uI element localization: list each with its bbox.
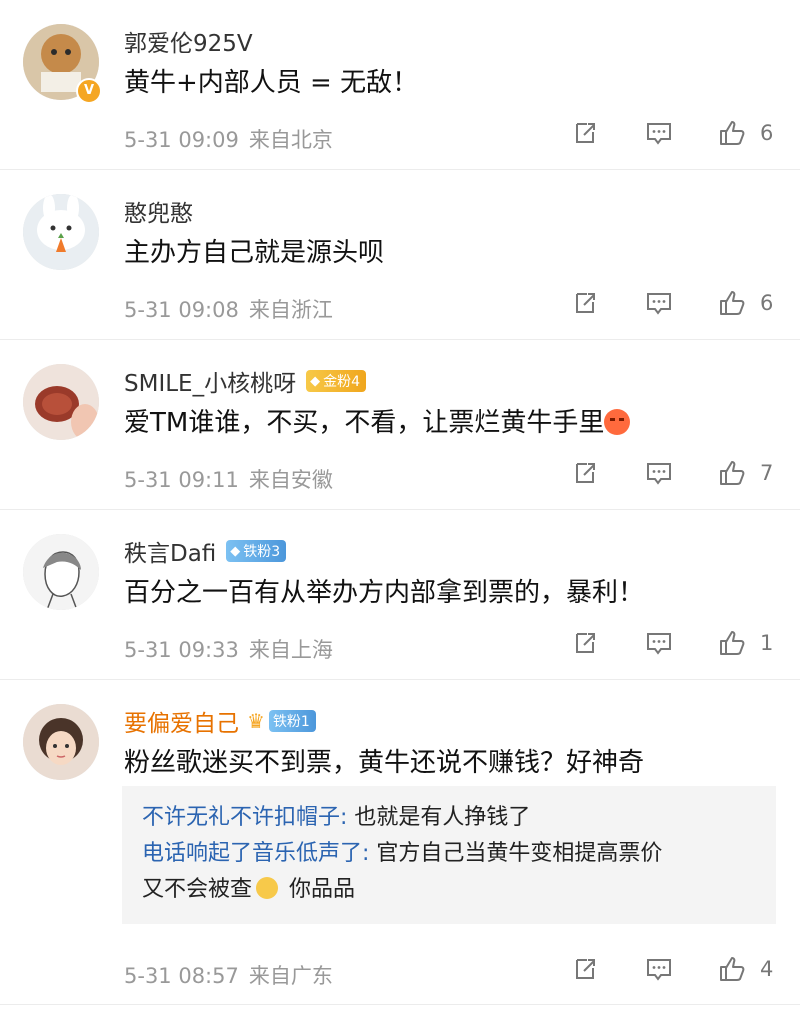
username[interactable]: SMILE_小核桃呀: [124, 364, 296, 398]
like-button[interactable]: 7: [718, 459, 773, 487]
share-button[interactable]: [571, 629, 599, 657]
dog-face-emoji: [256, 877, 279, 899]
diamond-icon: ◆: [230, 543, 241, 559]
comment-meta: 5-31 09:08 来自浙江: [124, 294, 343, 324]
comment-meta: 5-31 09:33 来自上海: [124, 634, 343, 664]
reply-author[interactable]: 不许无礼不许扣帽子:: [142, 805, 347, 830]
diamond-icon: ◆: [310, 373, 321, 389]
thumbs-up-icon: [720, 291, 745, 315]
share-icon: [576, 463, 595, 483]
comment-meta: 5-31 08:57 来自广东: [124, 960, 343, 990]
location: 来自广东: [248, 964, 333, 988]
reply-text-tail: 你品品: [282, 877, 356, 902]
share-button[interactable]: [571, 289, 599, 317]
like-count: 6: [760, 121, 774, 145]
comment-text: 主办方自己就是源头呗: [124, 238, 385, 268]
comment-button[interactable]: [645, 289, 673, 317]
comment-meta: 5-31 09:09 来自北京: [124, 124, 343, 154]
comment-item: 秩言Dafi ◆ 铁粉3 百分之一百有从举办方内部拿到票的，暴利！ 5-31 09…: [0, 510, 800, 680]
like-button[interactable]: 6: [718, 119, 773, 147]
verified-v-icon: V: [76, 78, 102, 104]
fan-badge[interactable]: ◆ 铁粉3: [226, 540, 287, 562]
timestamp: 5-31 09:08: [124, 298, 239, 322]
share-icon: [576, 959, 595, 979]
like-button[interactable]: 4: [718, 955, 773, 983]
share-icon: [576, 123, 595, 143]
reply-preview-box[interactable]: 不许无礼不许扣帽子: 也就是有人挣钱了 电话响起了音乐低声了: 官方自己当黄牛变…: [122, 786, 776, 924]
comment-button[interactable]: [645, 459, 673, 487]
comment-button[interactable]: [645, 119, 673, 147]
thumbs-up-icon: [720, 957, 745, 981]
fan-badge-label: 铁粉1: [272, 714, 310, 730]
reply-item-continuation: 又不会被查 你品品: [142, 872, 756, 908]
fan-badge[interactable]: ◆ 金粉4: [306, 370, 366, 392]
reply-text: 也就是有人挣钱了: [347, 805, 531, 830]
reply-text: 又不会被查: [142, 877, 253, 902]
avatar[interactable]: [23, 364, 99, 440]
reply-text: 官方自己当黄牛变相提高票价: [369, 841, 663, 866]
comment-icon: [647, 959, 671, 981]
location: 来自北京: [248, 128, 333, 152]
avatar[interactable]: [23, 534, 99, 610]
thumbs-up-icon: [720, 121, 745, 145]
comment-item: V 郭爱伦925V 黄牛+内部人员 = 无敌！ 5-31 09:09 来自北京 6: [0, 0, 800, 170]
username[interactable]: 要偏爱自己: [124, 704, 239, 738]
comment-item: 要偏爱自己 ♛ 铁粉1 粉丝歌迷买不到票，黄牛还说不赚钱？好神奇 不许无礼不许扣…: [0, 680, 800, 1005]
timestamp: 5-31 09:11: [124, 468, 239, 492]
comment-icon: [647, 633, 671, 655]
share-button[interactable]: [571, 955, 599, 983]
comment-text-body: 爱TM谁谁，不买，不看，让票烂黄牛手里: [124, 408, 605, 438]
like-count: 4: [760, 957, 774, 981]
like-count: 7: [760, 461, 774, 485]
timestamp: 5-31 09:09: [124, 128, 239, 152]
comment-text: 黄牛+内部人员 = 无敌！: [124, 68, 419, 98]
username[interactable]: 郭爱伦925V: [124, 24, 253, 58]
comment-icon: [647, 123, 671, 145]
reply-author[interactable]: 电话响起了音乐低声了:: [142, 841, 369, 866]
share-icon: [576, 633, 595, 653]
comment-meta: 5-31 09:11 来自安徽: [124, 464, 343, 494]
thumbs-up-icon: [720, 631, 745, 655]
reply-item[interactable]: 电话响起了音乐低声了: 官方自己当黄牛变相提高票价: [142, 836, 756, 872]
reply-item[interactable]: 不许无礼不许扣帽子: 也就是有人挣钱了: [142, 800, 756, 836]
fan-badge-label: 铁粉3: [243, 544, 281, 560]
avatar[interactable]: [23, 704, 99, 780]
thumbs-up-icon: [720, 461, 745, 485]
username[interactable]: 憨兜憨: [124, 194, 193, 228]
fan-badge[interactable]: 铁粉1: [268, 710, 316, 732]
avatar[interactable]: [23, 194, 99, 270]
location: 来自浙江: [248, 298, 333, 322]
timestamp: 5-31 08:57: [124, 964, 239, 988]
share-icon: [576, 293, 595, 313]
comment-icon: [647, 463, 671, 485]
comment-button[interactable]: [645, 629, 673, 657]
comment-item: SMILE_小核桃呀 ◆ 金粉4 爱TM谁谁，不买，不看，让票烂黄牛手里 5-31…: [0, 340, 800, 510]
comment-button[interactable]: [645, 955, 673, 983]
share-button[interactable]: [571, 119, 599, 147]
angry-face-emoji: [604, 409, 631, 435]
fan-badge-label: 金粉4: [323, 374, 360, 390]
like-button[interactable]: 1: [718, 629, 773, 657]
comment-item: 憨兜憨 主办方自己就是源头呗 5-31 09:08 来自浙江 6: [0, 170, 800, 340]
username[interactable]: 秩言Dafi: [124, 534, 216, 568]
comment-text: 百分之一百有从举办方内部拿到票的，暴利！: [124, 578, 645, 608]
timestamp: 5-31 09:33: [124, 638, 239, 662]
comment-icon: [647, 293, 671, 315]
comment-text: 爱TM谁谁，不买，不看，让票烂黄牛手里: [124, 404, 780, 442]
like-count: 6: [760, 291, 774, 315]
like-button[interactable]: 6: [718, 289, 773, 317]
location: 来自安徽: [248, 468, 333, 492]
share-button[interactable]: [571, 459, 599, 487]
crown-icon: ♛: [247, 709, 265, 733]
like-count: 1: [760, 631, 774, 655]
comment-text: 粉丝歌迷买不到票，黄牛还说不赚钱？好神奇: [124, 748, 645, 778]
location: 来自上海: [248, 638, 333, 662]
